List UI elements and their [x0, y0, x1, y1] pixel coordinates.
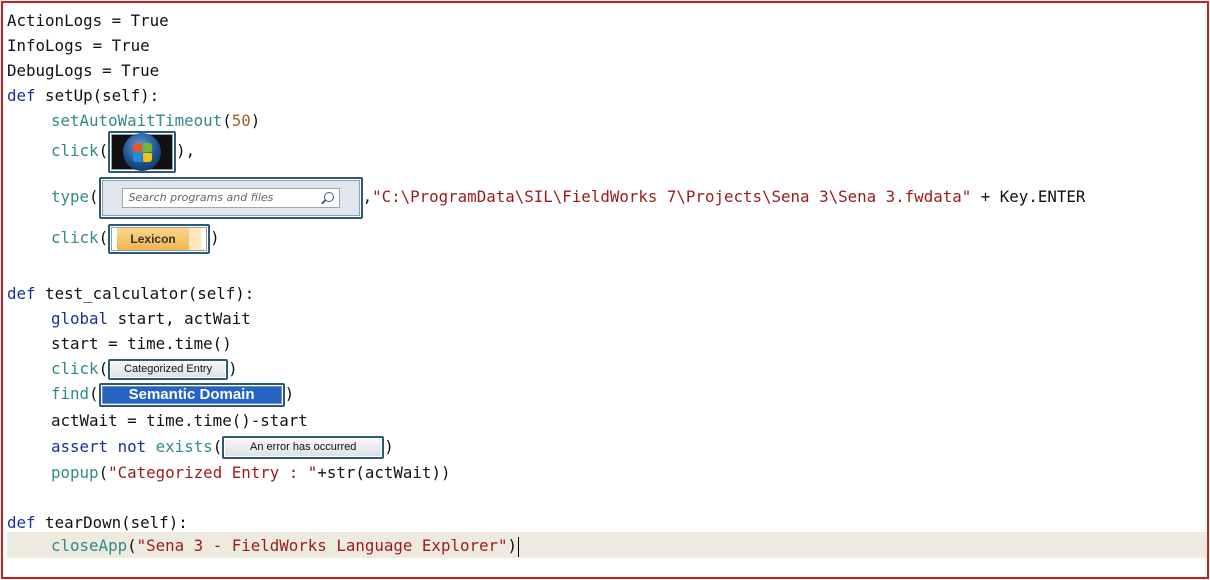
search-icon: [323, 191, 334, 202]
function-name: closeApp: [51, 536, 128, 555]
code-line-find-semantic[interactable]: find(Semantic Domain): [51, 381, 295, 407]
capture-image-search-box[interactable]: Search programs and files: [98, 176, 363, 219]
keyword-def: def: [7, 86, 36, 105]
keyword-assert: assert: [51, 437, 109, 456]
function-name: popup: [51, 463, 99, 482]
code-text: + Key.ENTER: [971, 187, 1086, 206]
code-line-global[interactable]: global start, actWait: [51, 306, 251, 331]
code-line-action-logs[interactable]: ActionLogs = True: [7, 8, 169, 33]
function-signature: tearDown(self):: [35, 513, 188, 532]
text-cursor: [518, 536, 520, 557]
paren: (: [127, 536, 137, 555]
paren: ),: [176, 141, 196, 160]
paren: ): [228, 359, 238, 378]
search-placeholder: Search programs and files: [128, 190, 274, 204]
function-name: find: [51, 384, 90, 403]
paren: ): [284, 384, 295, 403]
keyword-def: def: [7, 513, 36, 532]
string-literal: "Sena 3 - FieldWorks Language Explorer": [136, 536, 508, 555]
lexicon-button-image: Lexicon: [117, 227, 202, 250]
comma: ,: [362, 187, 373, 206]
paren: ): [250, 111, 261, 130]
keyword-def: def: [7, 284, 36, 303]
function-name: click: [51, 141, 99, 160]
code-line-def-test[interactable]: def test_calculator(self):: [7, 281, 254, 306]
code-line-info-logs[interactable]: InfoLogs = True: [7, 33, 150, 58]
code-text: +str(actWait)): [317, 463, 451, 482]
code-text: DebugLogs = True: [7, 61, 160, 80]
paren: (: [98, 359, 109, 378]
capture-image-error[interactable]: An error has occurred: [222, 436, 385, 459]
editor-frame: ActionLogs = True InfoLogs = True DebugL…: [1, 1, 1209, 579]
paren: ): [507, 536, 518, 555]
code-line-debug-logs[interactable]: DebugLogs = True: [7, 58, 159, 83]
paren: (: [222, 111, 232, 130]
paren: (: [212, 437, 223, 456]
code-line-assert[interactable]: assert not exists(An error has occurred): [51, 434, 394, 459]
capture-image-semantic-domain[interactable]: Semantic Domain: [98, 382, 285, 407]
categorized-entry-image: Categorized Entry: [111, 362, 226, 377]
code-line-click-categorized[interactable]: click(Categorized Entry): [51, 356, 238, 381]
paren: ): [210, 228, 220, 247]
function-name: click: [51, 359, 99, 378]
code-text: start, actWait: [108, 309, 251, 328]
windows-start-orb-icon: [123, 132, 162, 171]
capture-image-categorized-entry[interactable]: Categorized Entry: [108, 359, 229, 380]
paren: (: [89, 384, 99, 403]
error-message-image: An error has occurred: [225, 439, 382, 456]
capture-image-start-button[interactable]: [108, 130, 177, 173]
string-literal: "Categorized Entry : ": [108, 463, 318, 482]
paren: (: [98, 141, 109, 160]
keyword-global: global: [51, 309, 109, 328]
code-text: start = time.time(): [51, 334, 232, 353]
paren: (: [98, 228, 109, 247]
function-name: click: [51, 228, 99, 247]
paren: (: [98, 463, 109, 482]
code-text: InfoLogs = True: [7, 36, 150, 55]
paren: ): [384, 437, 394, 456]
search-field-image: Search programs and files: [121, 187, 340, 208]
function-signature: test_calculator(self):: [35, 284, 255, 303]
function-name: setAutoWaitTimeout: [51, 111, 223, 130]
paren: (: [89, 187, 99, 206]
code-text: actWait = time.time()-start: [51, 411, 308, 430]
code-line-click-lexicon[interactable]: click( Lexicon): [51, 223, 220, 254]
code-line-def-setup[interactable]: def setUp(self):: [7, 83, 159, 108]
code-text: ActionLogs = True: [7, 11, 169, 30]
code-line-click-start[interactable]: click( ),: [51, 129, 195, 173]
code-line-type-path[interactable]: type( Search programs and files ,"C:\Prog…: [51, 175, 1085, 219]
code-line-def-teardown[interactable]: def tearDown(self):: [7, 510, 188, 535]
number-literal: 50: [231, 111, 251, 130]
semantic-domain-image: Semantic Domain: [101, 385, 282, 404]
function-signature: setUp(self):: [35, 86, 160, 105]
code-line-popup[interactable]: popup("Categorized Entry : "+str(actWait…: [51, 460, 450, 485]
code-line-close-app[interactable]: closeApp("Sena 3 - FieldWorks Language E…: [51, 533, 520, 558]
code-line-actwait[interactable]: actWait = time.time()-start: [51, 408, 308, 433]
code-line-start-assign[interactable]: start = time.time(): [51, 331, 232, 356]
capture-image-lexicon[interactable]: Lexicon: [108, 223, 211, 254]
function-name: type: [51, 187, 90, 206]
string-literal: "C:\ProgramData\SIL\FieldWorks 7\Project…: [372, 187, 972, 206]
keyword-not: not: [117, 437, 147, 456]
function-name: exists: [155, 437, 213, 456]
